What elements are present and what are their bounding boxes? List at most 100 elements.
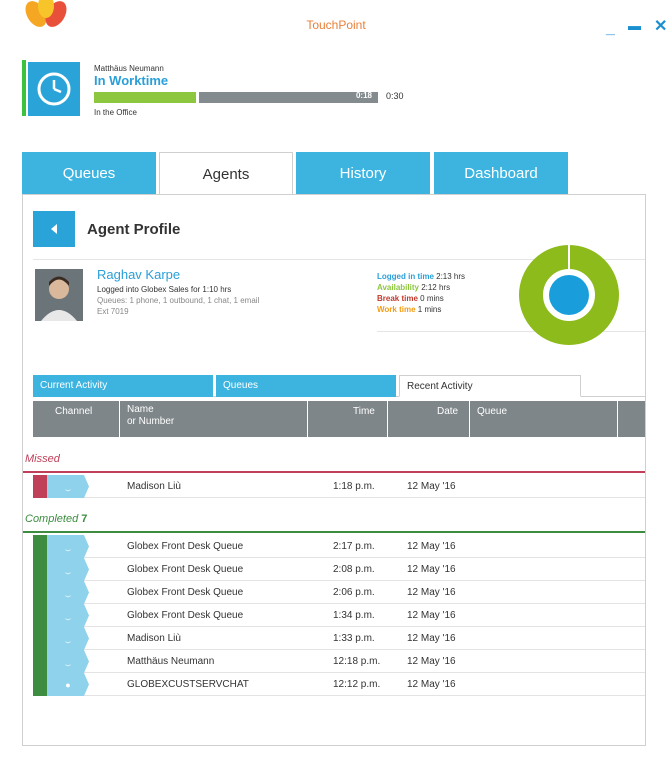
close-button[interactable]: ✕ <box>654 16 667 36</box>
phone-icon: ⏟ <box>65 633 71 643</box>
stat-logged-in: Logged in time 2:13 hrs <box>377 271 465 282</box>
channel-cell: ● <box>47 673 89 696</box>
stat-work: Work time 1 mins <box>377 304 465 315</box>
table-row[interactable]: ⏟ Matthäus Neumann 12:18 p.m. 12 May '16 <box>33 650 645 673</box>
contact-name: Globex Front Desk Queue <box>127 610 244 621</box>
col-queue[interactable]: Queue <box>477 406 507 418</box>
tab-activity-queues[interactable]: Queues <box>216 375 396 397</box>
queues-summary: Queues: 1 phone, 1 outbound, 1 chat, 1 e… <box>97 296 260 305</box>
table-row[interactable]: ● GLOBEXCUSTSERVCHAT 12:12 p.m. 12 May '16 <box>33 673 645 696</box>
call-date: 12 May '16 <box>407 541 456 552</box>
tab-queues[interactable]: Queues <box>22 152 156 194</box>
col-name[interactable]: Name or Number <box>127 404 174 428</box>
col-name-line2: or Number <box>127 416 175 427</box>
title-bar: TouchPoint _ ▬ ✕ <box>0 0 672 52</box>
phone-icon: ⏟ <box>65 541 71 551</box>
stat-value: 0 mins <box>420 294 444 303</box>
tab-dashboard[interactable]: Dashboard <box>434 152 568 194</box>
page-title: Agent Profile <box>87 221 181 238</box>
call-date: 12 May '16 <box>407 656 456 667</box>
clock-icon <box>37 72 71 106</box>
table-row[interactable]: ⏟ Globex Front Desk Queue 2:17 p.m. 12 May … <box>33 535 645 558</box>
stat-label: Work time <box>377 305 416 314</box>
contact-name: GLOBEXCUSTSERVCHAT <box>127 679 249 690</box>
divider <box>119 401 120 437</box>
location-label: In the Office <box>94 108 137 117</box>
divider <box>387 401 388 437</box>
call-date: 12 May '16 <box>407 633 456 644</box>
worktime-tile[interactable] <box>28 62 80 116</box>
time-donut-chart <box>519 245 619 345</box>
channel-cell: ⏟ <box>47 581 89 604</box>
tab-current-activity[interactable]: Current Activity <box>33 375 213 397</box>
stat-break: Break time 0 mins <box>377 293 465 304</box>
agent-photo-icon <box>35 269 83 321</box>
maximize-button[interactable]: ▬ <box>628 18 641 33</box>
worktime-progress: 0:18 <box>94 91 378 103</box>
progress-fill <box>94 92 196 103</box>
stat-value: 2:13 hrs <box>436 272 466 281</box>
stat-availability: Availability 2:12 hrs <box>377 282 465 293</box>
stat-value: 2:12 hrs <box>421 283 451 292</box>
tab-history[interactable]: History <box>296 152 430 194</box>
status-indicator-bar <box>22 60 26 116</box>
table-row[interactable]: ⏟ Globex Front Desk Queue 1:34 p.m. 12 May … <box>33 604 645 627</box>
completed-group-line <box>23 531 645 533</box>
call-date: 12 May '16 <box>407 481 456 492</box>
tab-agents[interactable]: Agents <box>159 152 293 195</box>
call-time: 1:18 p.m. <box>333 481 375 492</box>
stat-value: 1 mins <box>417 305 442 314</box>
time-stats: Logged in time 2:13 hrs Availability 2:1… <box>377 271 465 315</box>
stat-label: Availability <box>377 283 419 292</box>
completed-group-label: Completed 7 <box>25 513 87 525</box>
col-date[interactable]: Date <box>437 406 458 418</box>
channel-cell: ⏟ <box>47 627 89 650</box>
status-strip <box>33 627 47 650</box>
time-limit: 0:30 <box>386 91 404 101</box>
stat-label: Break time <box>377 294 418 303</box>
progress-remaining <box>199 92 378 103</box>
divider <box>307 401 308 437</box>
table-row[interactable]: ⏟ Madison Liù 1:18 p.m. 12 May '16 <box>33 475 645 498</box>
tab-recent-activity[interactable]: Recent Activity <box>399 375 581 397</box>
status-strip <box>33 475 47 498</box>
app-window: TouchPoint _ ▬ ✕ Matthäus Neumann In Wor… <box>0 0 672 776</box>
status-strip <box>33 673 47 696</box>
col-channel[interactable]: Channel <box>55 406 92 418</box>
status-strip <box>33 581 47 604</box>
status-strip <box>33 650 47 673</box>
stat-label: Logged in time <box>377 272 434 281</box>
logged-into-text: Logged into Globex Sales for 1:10 hrs <box>97 285 232 294</box>
col-time[interactable]: Time <box>353 406 375 418</box>
table-row[interactable]: ⏟ Globex Front Desk Queue 2:08 p.m. 12 May … <box>33 558 645 581</box>
contact-name: Globex Front Desk Queue <box>127 541 244 552</box>
phone-icon: ⏟ <box>65 587 71 597</box>
divider <box>617 401 618 437</box>
user-name: Matthäus Neumann <box>94 64 164 73</box>
missed-label-text: Missed <box>25 453 60 465</box>
table-row[interactable]: ⏟ Globex Front Desk Queue 2:06 p.m. 12 May … <box>33 581 645 604</box>
call-time: 2:06 p.m. <box>333 587 375 598</box>
back-button[interactable] <box>33 211 75 247</box>
agent-name[interactable]: Raghav Karpe <box>97 267 180 282</box>
elapsed-time: 0:18 <box>355 91 372 100</box>
status-strip <box>33 558 47 581</box>
contact-name: Matthäus Neumann <box>127 656 215 667</box>
call-time: 2:08 p.m. <box>333 564 375 575</box>
avatar <box>35 269 83 321</box>
worktime-state[interactable]: In Worktime <box>94 73 168 88</box>
app-title: TouchPoint <box>306 18 366 32</box>
channel-cell: ⏟ <box>47 650 89 673</box>
activity-tabs: Current Activity Queues Recent Activity <box>33 375 645 397</box>
minimize-button[interactable]: _ <box>606 20 615 38</box>
table-row[interactable]: ⏟ Madison Liù 1:33 p.m. 12 May '16 <box>33 627 645 650</box>
completed-count: 7 <box>81 513 88 525</box>
channel-cell: ⏟ <box>47 535 89 558</box>
contact-name: Madison Liù <box>127 481 181 492</box>
call-time: 2:17 p.m. <box>333 541 375 552</box>
divider <box>469 401 470 437</box>
call-date: 12 May '16 <box>407 679 456 690</box>
phone-icon: ⏟ <box>65 481 71 491</box>
col-name-line1: Name <box>127 404 154 415</box>
channel-cell: ⏟ <box>47 558 89 581</box>
